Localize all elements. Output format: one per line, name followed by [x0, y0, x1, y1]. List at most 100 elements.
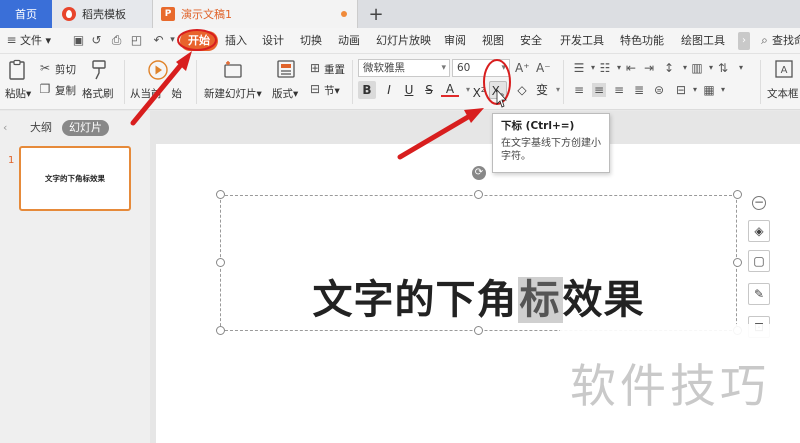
indent-increase-icon[interactable]: ⇥: [642, 61, 656, 75]
copy-button[interactable]: 复制: [55, 83, 76, 98]
text-box-icon[interactable]: A: [773, 58, 795, 80]
ribbon: 粘贴▾ ✂ 剪切 ❐ 复制 格式刷 从当前 始 新建幻灯片▾ 版式▾ ⊞ 重置 …: [0, 54, 800, 110]
paste-button[interactable]: 粘贴▾: [5, 86, 31, 101]
indent-decrease-icon[interactable]: ⇤: [624, 61, 638, 75]
align-left-icon[interactable]: ≡: [572, 83, 586, 97]
format-painter-button[interactable]: 格式刷: [82, 86, 114, 101]
new-tab-button[interactable]: +: [366, 0, 386, 28]
text-box-button[interactable]: 文本框: [767, 86, 799, 101]
menu-home[interactable]: 开始: [180, 31, 218, 51]
reset-button[interactable]: 重置: [324, 62, 345, 77]
section-icon[interactable]: ⊟: [308, 82, 322, 96]
subscript-tooltip: 下标 (Ctrl+=) 在文字基线下方创建小字符。: [492, 113, 610, 173]
copy-icon[interactable]: ❐: [38, 82, 52, 96]
smart-art-icon[interactable]: ▦: [702, 83, 716, 97]
clear-format-icon[interactable]: ◇: [513, 81, 531, 99]
align-center-icon[interactable]: ≡: [592, 83, 606, 97]
menu-design[interactable]: 设计: [262, 33, 284, 49]
justify-icon[interactable]: ≣: [632, 83, 646, 97]
pen-icon[interactable]: ✎: [748, 283, 770, 305]
layout-icon[interactable]: [275, 58, 297, 80]
format-painter-icon[interactable]: [89, 59, 111, 81]
underline-button[interactable]: U: [400, 81, 418, 99]
tab-home[interactable]: 首页: [0, 0, 52, 28]
hamburger-icon[interactable]: ≡: [5, 34, 18, 47]
bullet-list-icon[interactable]: ☰: [572, 61, 586, 75]
superscript-button[interactable]: X2: [470, 81, 488, 100]
menu-security[interactable]: 安全: [520, 33, 542, 49]
shape-fill-icon[interactable]: ◈: [748, 220, 770, 242]
font-name-select[interactable]: 微软雅黑: [358, 59, 450, 77]
menu-file[interactable]: 文件 ▾: [20, 33, 51, 49]
tab-template-label: 稻壳模板: [82, 8, 126, 21]
selected-character[interactable]: 标: [517, 277, 563, 323]
ribbon-separator: [352, 60, 353, 104]
resize-handle[interactable]: [216, 190, 225, 199]
reset-icon[interactable]: ⊞: [308, 61, 322, 75]
italic-button[interactable]: I: [380, 81, 398, 99]
preview-icon[interactable]: ◰: [130, 34, 143, 47]
change-case-dropdown-icon[interactable]: ▾: [549, 81, 567, 99]
play-from-current-button[interactable]: 从当前 始: [130, 86, 182, 101]
rotate-handle-icon[interactable]: ⟳: [472, 166, 486, 180]
cut-button[interactable]: 剪切: [55, 62, 76, 77]
menu-animation[interactable]: 动画: [338, 33, 360, 49]
collapse-tools-icon[interactable]: −: [752, 196, 766, 210]
menu-developer[interactable]: 开发工具: [560, 33, 604, 49]
tab-document[interactable]: P 演示文稿1: [152, 0, 358, 28]
menu-insert[interactable]: 插入: [225, 33, 247, 49]
resize-handle[interactable]: [216, 258, 225, 267]
number-list-icon[interactable]: ☷: [598, 61, 612, 75]
distribute-icon[interactable]: ⊜: [652, 83, 666, 97]
cut-icon[interactable]: ✂: [38, 61, 52, 75]
menu-drawing-tools[interactable]: 绘图工具: [681, 33, 725, 49]
menu-search[interactable]: 查找命: [772, 33, 800, 49]
tab-template[interactable]: 稻壳模板: [52, 0, 152, 28]
vertical-align-icon[interactable]: ⊟: [674, 83, 688, 97]
print-icon[interactable]: ⎙: [110, 34, 123, 47]
menu-slideshow[interactable]: 幻灯片放映: [376, 33, 431, 49]
smart-art-dropdown-icon[interactable]: ▾: [716, 83, 730, 97]
panel-collapse-icon[interactable]: ‹: [3, 120, 7, 136]
increase-font-icon[interactable]: A⁺: [515, 61, 530, 75]
line-spacing-icon[interactable]: ↕: [662, 61, 676, 75]
font-size-select[interactable]: 60: [452, 59, 510, 77]
search-icon[interactable]: ⌕: [758, 34, 771, 47]
align-right-icon[interactable]: ≡: [612, 83, 626, 97]
menu-special[interactable]: 特色功能: [620, 33, 664, 49]
shape-outline-icon[interactable]: ▢: [748, 250, 770, 272]
slide-thumbnail[interactable]: 文字的下角标效果: [19, 146, 131, 211]
new-slide-icon[interactable]: [222, 58, 244, 80]
bold-button[interactable]: B: [358, 81, 376, 99]
undo-icon[interactable]: ↶: [152, 34, 165, 47]
slide-title-text[interactable]: 文字的下角标效果: [220, 272, 737, 328]
ribbon-separator: [124, 60, 125, 104]
undo-dropdown-icon[interactable]: ▾: [166, 34, 179, 47]
font-color-button[interactable]: A: [441, 81, 459, 97]
menu-view[interactable]: 视图: [482, 33, 504, 49]
layout-button[interactable]: 版式▾: [272, 86, 298, 101]
ribbon-separator: [563, 60, 564, 104]
menu-review[interactable]: 审阅: [444, 33, 466, 49]
vertical-align-dropdown-icon[interactable]: ▾: [688, 83, 702, 97]
watermark-text: 软件技巧: [570, 359, 770, 413]
resize-handle[interactable]: [474, 190, 483, 199]
tab-slides[interactable]: 幻灯片: [62, 120, 109, 136]
tab-outline[interactable]: 大纲: [30, 120, 52, 136]
output-icon[interactable]: ↺: [90, 34, 103, 47]
text-direction-icon[interactable]: ⇅: [716, 61, 730, 75]
save-icon[interactable]: ▣: [72, 34, 85, 47]
section-button[interactable]: 节▾: [324, 83, 340, 98]
menu-transition[interactable]: 切换: [300, 33, 322, 49]
strikethrough-button[interactable]: S: [420, 81, 438, 99]
play-icon[interactable]: [147, 59, 169, 81]
decrease-font-icon[interactable]: A⁻: [536, 61, 551, 75]
new-slide-button[interactable]: 新建幻灯片▾: [204, 86, 262, 101]
resize-handle[interactable]: [733, 190, 742, 199]
columns-icon[interactable]: ▥: [690, 61, 704, 75]
menu-more-button[interactable]: ›: [738, 32, 750, 50]
paste-icon[interactable]: [6, 59, 28, 81]
subscript-button[interactable]: X2: [489, 81, 507, 100]
text-direction-dropdown-icon[interactable]: ▾: [734, 61, 748, 75]
resize-handle[interactable]: [733, 258, 742, 267]
